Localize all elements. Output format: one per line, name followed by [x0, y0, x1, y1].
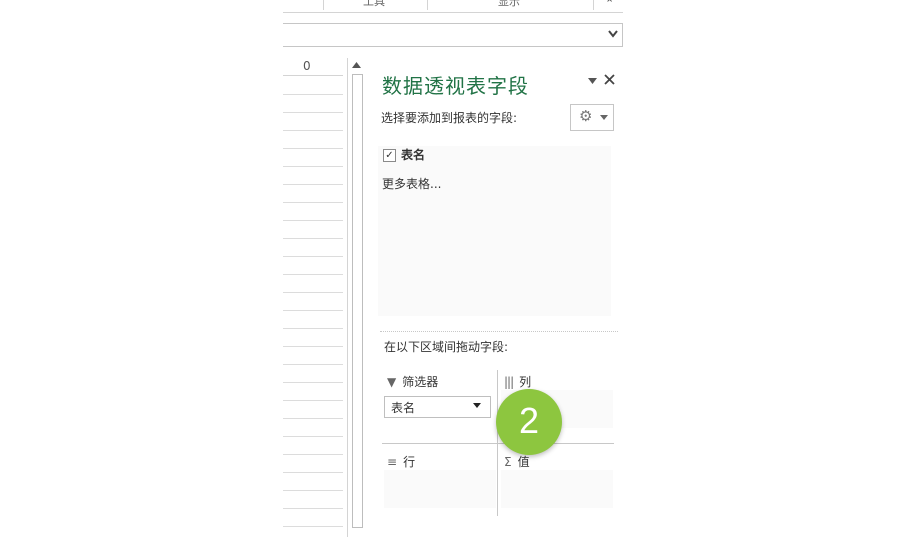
gear-icon: ⚙	[579, 107, 593, 125]
divider	[380, 331, 618, 332]
values-area[interactable]: Σ值	[499, 450, 614, 510]
column-header[interactable]: 0	[283, 58, 343, 76]
expand-formula-bar-icon[interactable]	[608, 30, 618, 38]
filters-area-header: ▼ 筛选器	[387, 373, 438, 390]
filter-field-dropdown[interactable]: 表名	[384, 396, 491, 418]
rows-area[interactable]: ≡ 行	[382, 450, 497, 510]
row-gridline	[283, 274, 343, 275]
row-gridline	[283, 202, 343, 203]
row-gridline	[283, 112, 343, 113]
step-number-badge: 2	[496, 389, 562, 455]
row-gridline	[283, 526, 343, 527]
row-gridline	[283, 472, 343, 473]
row-gridline	[283, 94, 343, 95]
row-gridline	[283, 346, 343, 347]
ribbon-separator	[323, 0, 324, 10]
row-gridline	[283, 130, 343, 131]
pivot-fields-pane: 数据透视表字段 选择要添加到报表的字段: ⚙ ✓ 表名 更多表格... 在以下区…	[368, 58, 623, 537]
chevron-down-icon	[473, 403, 481, 408]
row-gridline	[283, 328, 343, 329]
row-gridline	[283, 364, 343, 365]
scroll-up-icon[interactable]	[352, 62, 361, 69]
rows-icon: ≡	[387, 455, 398, 469]
ribbon-collapse-icon[interactable]: ⌃	[605, 0, 614, 10]
formula-bar[interactable]	[283, 23, 623, 47]
filter-field-label: 表名	[391, 401, 416, 415]
values-drop-zone[interactable]	[501, 470, 613, 508]
chevron-down-icon	[600, 115, 608, 120]
rows-label: 行	[403, 455, 416, 469]
row-gridline	[283, 256, 343, 257]
pane-options-dropdown-icon[interactable]	[588, 78, 597, 84]
field-list: ✓ 表名 更多表格...	[378, 146, 611, 316]
columns-icon: |||	[504, 375, 514, 389]
scrollbar-thumb[interactable]	[352, 74, 363, 528]
row-gridline	[283, 220, 343, 221]
row-gridline	[283, 490, 343, 491]
row-gridline	[283, 418, 343, 419]
columns-area-header: ||| 列	[504, 373, 531, 390]
row-gridline	[283, 400, 343, 401]
ribbon-separator	[593, 0, 594, 10]
close-icon[interactable]	[604, 74, 615, 85]
values-area-header: Σ值	[504, 453, 530, 470]
row-gridline	[283, 148, 343, 149]
field-checkbox[interactable]: ✓	[383, 149, 396, 162]
columns-label: 列	[519, 375, 532, 389]
ribbon-group-tools: 工具	[363, 0, 385, 8]
row-gridline	[283, 382, 343, 383]
ribbon-group-show: 显示	[498, 0, 520, 8]
filters-label: 筛选器	[402, 375, 439, 389]
values-label: 值	[517, 455, 530, 469]
ribbon-group-labels: 工具 显示 ⌃	[283, 0, 623, 13]
rows-area-header: ≡ 行	[387, 453, 415, 470]
ribbon-separator	[427, 0, 428, 10]
row-gridline	[283, 310, 343, 311]
sigma-icon: Σ	[504, 455, 512, 469]
row-gridline	[283, 436, 343, 437]
row-gridline	[283, 166, 343, 167]
filter-icon: ▼	[387, 375, 397, 389]
row-gridline	[283, 292, 343, 293]
more-tables-link[interactable]: 更多表格...	[382, 175, 441, 192]
rows-drop-zone[interactable]	[384, 470, 496, 508]
column-header-label: 0	[303, 59, 311, 73]
row-gridline	[283, 454, 343, 455]
row-gridline	[283, 238, 343, 239]
row-gridline	[283, 508, 343, 509]
row-gridline	[283, 184, 343, 185]
drag-fields-label: 在以下区域间拖动字段:	[384, 340, 509, 354]
tools-button[interactable]: ⚙	[570, 104, 614, 131]
choose-fields-label: 选择要添加到报表的字段:	[381, 111, 518, 125]
worksheet-grid[interactable]: 0	[283, 58, 343, 537]
field-item-table[interactable]: ✓ 表名	[378, 146, 498, 164]
pane-title: 数据透视表字段	[382, 74, 529, 98]
area-divider-horizontal	[382, 443, 614, 444]
field-name: 表名	[401, 148, 426, 162]
vertical-scrollbar[interactable]	[347, 58, 365, 537]
